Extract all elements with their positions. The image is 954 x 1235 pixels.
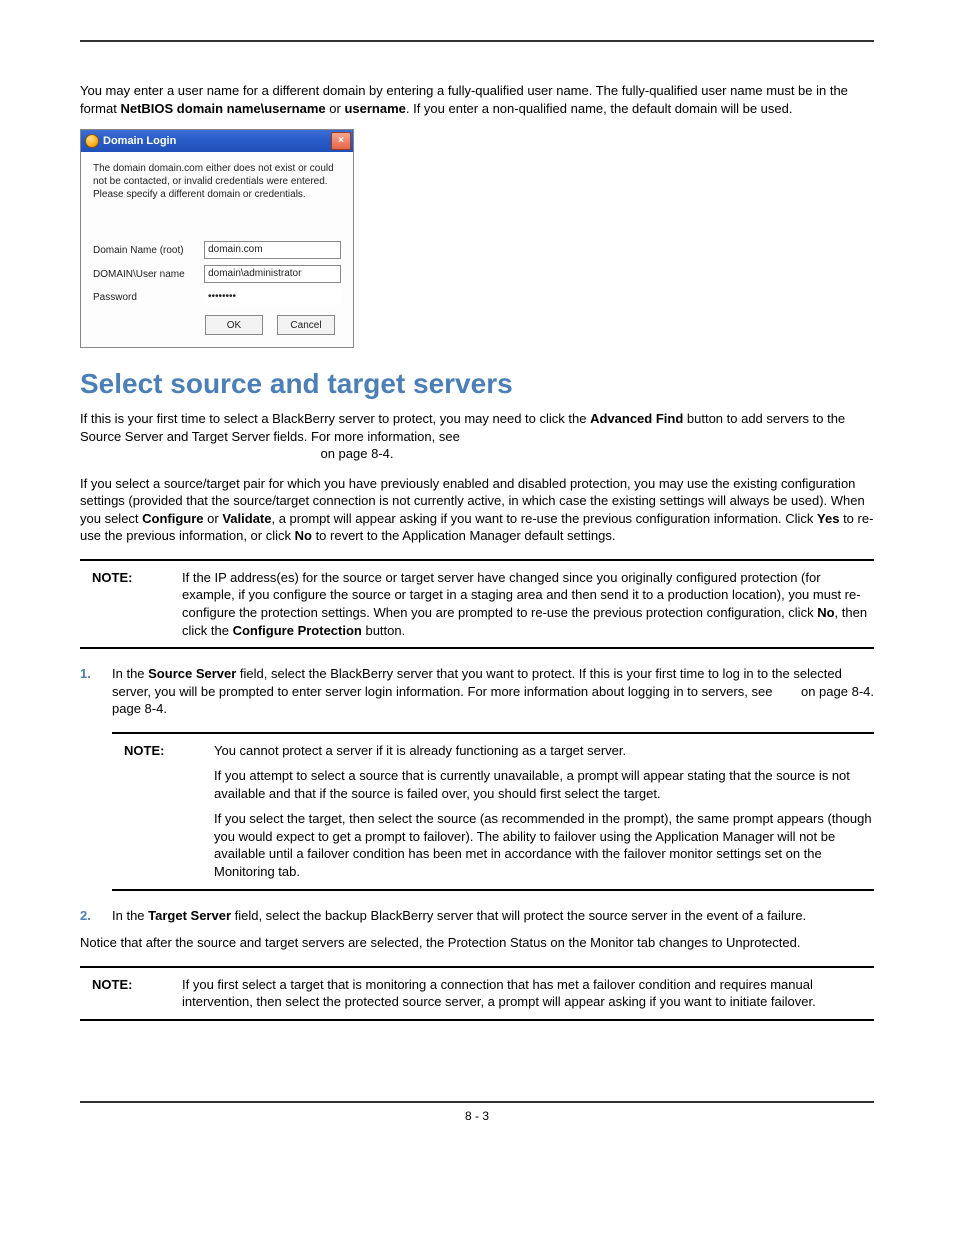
paragraph-protection-status: Notice that after the source and target … xyxy=(80,934,874,952)
ok-button[interactable]: OK xyxy=(205,315,263,335)
section-heading: Select source and target servers xyxy=(80,368,874,400)
intro-bold1: NetBIOS domain name\username xyxy=(120,101,325,116)
password-field[interactable]: •••••••• xyxy=(205,289,341,305)
top-rule xyxy=(80,40,874,42)
intro-tail: . If you enter a non-qualified name, the… xyxy=(406,101,793,116)
dialog-titlebar: Domain Login × xyxy=(81,130,353,152)
username-label: DOMAIN\User name xyxy=(93,269,204,280)
note-label: NOTE: xyxy=(80,976,182,1011)
username-field[interactable]: domain\administrator xyxy=(204,265,341,283)
footer-rule xyxy=(80,1101,874,1103)
note-failover: NOTE: If you first select a target that … xyxy=(80,966,874,1021)
note-target-server: NOTE: You cannot protect a server if it … xyxy=(112,732,874,891)
domain-login-dialog: Domain Login × The domain domain.com eit… xyxy=(80,129,354,348)
note-label: NOTE: xyxy=(80,569,182,639)
page-number: 8 - 3 xyxy=(80,1109,874,1123)
note-ip-change: NOTE: If the IP address(es) for the sour… xyxy=(80,559,874,649)
step-1: 1. In the Source Server field, select th… xyxy=(80,665,874,718)
domain-name-label: Domain Name (root) xyxy=(93,245,204,256)
domain-name-field[interactable]: domain.com xyxy=(204,241,341,259)
close-icon[interactable]: × xyxy=(331,132,351,150)
cancel-button[interactable]: Cancel xyxy=(277,315,335,335)
step-2: 2. In the Target Server field, select th… xyxy=(80,907,874,925)
intro-bold2: username xyxy=(344,101,405,116)
paragraph-advanced-find: If this is your first time to select a B… xyxy=(80,410,874,463)
dialog-app-icon xyxy=(85,134,99,148)
password-label: Password xyxy=(93,292,205,303)
step-number: 1. xyxy=(80,665,112,718)
intro-or: or xyxy=(326,101,345,116)
intro-paragraph: You may enter a user name for a differen… xyxy=(80,82,874,117)
dialog-title: Domain Login xyxy=(103,135,176,147)
step-number: 2. xyxy=(80,907,112,925)
dialog-message: The domain domain.com either does not ex… xyxy=(93,162,341,201)
note-label: NOTE: xyxy=(112,742,214,881)
paragraph-configure-validate: If you select a source/target pair for w… xyxy=(80,475,874,545)
